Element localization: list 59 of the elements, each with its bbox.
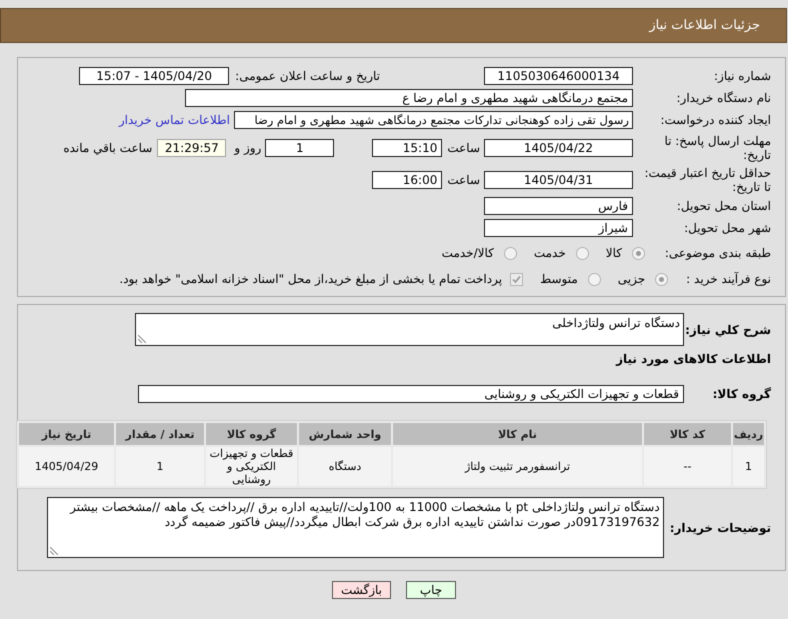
radio-label: کالا/خدمت	[442, 246, 494, 260]
description-textarea[interactable]: دستگاه ترانس ولتاژداخلی	[135, 313, 684, 346]
field-label: ایجاد کننده درخواست:	[659, 113, 771, 127]
radio-label: خدمت	[534, 246, 566, 260]
field-label: تاریخ و ساعت اعلان عمومی:	[235, 69, 380, 83]
need-number-field[interactable]: 1105030646000134	[484, 67, 633, 85]
radio-label: جزیی	[618, 272, 646, 286]
field-label: شماره نیاز:	[713, 69, 771, 83]
notes-textarea[interactable]: دستگاه ترانس ولتاژداخلی pt با مشخصات 11000 به 100ولت//تاییدیه اداره برق //پرداخت یک ماهه //مشخصات بیشتر 09173197632در صورت نداشتن تاییدیه اداره برق شرکت ابطال میگردد//پیش فاکتور ضمیمه گردد	[46, 497, 664, 558]
column-header: ردیف	[733, 423, 764, 445]
section-title: اطلاعات کالاهای مورد نیاز	[616, 352, 771, 366]
resize-grip-icon[interactable]	[138, 335, 146, 343]
days-left-field[interactable]: 1	[265, 138, 334, 156]
field-label: روز و	[234, 140, 262, 154]
table-cell: دستگاه	[299, 447, 391, 486]
field-label: شرح کلي نیاز:	[689, 322, 771, 336]
field-label: طبقه بندی موضوعی:	[664, 246, 771, 260]
checkbox-label: پرداخت تمام یا بخشی از مبلغ خرید،از محل "اسناد خزانه اسلامی" خواهد بود.	[119, 272, 502, 286]
table-cell: 1405/04/29	[19, 447, 114, 486]
requester-field[interactable]: رسول تقی زاده کوهنجانی تدارکات مجتمع درمانگاهی شهید مطهری و امام رضا	[234, 111, 633, 129]
validity-time-field[interactable]: 16:00	[372, 171, 442, 189]
field-label: استان محل تحویل:	[676, 199, 771, 213]
print-button[interactable]: چاپ	[406, 581, 456, 599]
goods-group-field[interactable]: قطعات و تجهیزات الکتریکی و روشنایی	[138, 385, 684, 403]
back-button[interactable]: بازگشت	[332, 581, 391, 599]
announce-date-field[interactable]: 1405/04/20 - 15:07	[79, 67, 230, 85]
field-label: ساعت	[447, 173, 480, 187]
table-cell: 1	[733, 447, 764, 486]
table-cell: 1	[116, 447, 204, 486]
table-cell: ترانسفورمر تثبیت ولتاژ	[393, 447, 642, 486]
field-label: توضیحات خریدار:	[670, 520, 771, 534]
city-field[interactable]: شیراز	[484, 218, 633, 236]
deadline-date-field[interactable]: 1405/04/22	[484, 138, 633, 156]
field-label: مهلت ارسال پاسخ: تا تاریخ:	[663, 134, 771, 162]
column-header: تعداد / مقدار	[116, 423, 204, 445]
buyer-contact-link[interactable]: اطلاعات تماس خریدار	[118, 113, 230, 127]
column-header: واحد شمارش	[299, 423, 391, 445]
field-label: نوع فرآیند خرید :	[686, 272, 771, 286]
radio-label: متوسط	[540, 272, 578, 286]
field-label: گروه کالا:	[712, 387, 771, 401]
field-label: نام دستگاه خریدار:	[676, 91, 771, 105]
table-cell: --	[644, 447, 731, 486]
validity-date-field[interactable]: 1405/04/31	[484, 171, 633, 189]
field-label: ساعت	[447, 140, 480, 154]
field-label: شهر محل تحویل:	[683, 220, 771, 234]
time-left-field[interactable]: 21:29:57	[157, 138, 226, 156]
field-label: حداقل تاریخ اعتبار قیمت: تا تاریخ:	[643, 166, 771, 194]
deadline-time-field[interactable]: 15:10	[372, 138, 442, 156]
column-header: کد کالا	[644, 423, 731, 445]
province-field[interactable]: فارس	[484, 197, 633, 215]
field-label: ساعت باقي مانده	[63, 140, 152, 154]
radio-label: کالا	[606, 246, 622, 260]
column-header: تاریخ نیاز	[19, 423, 114, 445]
buyer-name-field[interactable]: مجتمع درمانگاهی شهید مطهری و امام رضا ع	[185, 89, 633, 107]
column-header: نام کالا	[393, 423, 642, 445]
column-header: گروه کالا	[206, 423, 297, 445]
resize-grip-icon[interactable]	[50, 547, 58, 555]
table-cell: قطعات و تجهیزات الکتریکی و روشنایی	[206, 447, 297, 486]
page-title: جزئیات اطلاعات نیاز	[649, 18, 760, 33]
